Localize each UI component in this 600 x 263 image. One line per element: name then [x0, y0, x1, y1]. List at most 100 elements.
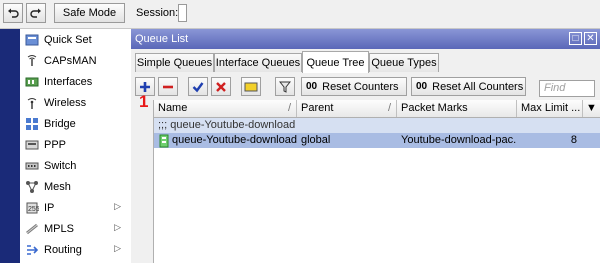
session-label: Session:: [136, 7, 179, 19]
submenu-arrow-icon: ▷: [114, 243, 121, 253]
sidebar-item-quick-set[interactable]: Quick Set: [20, 29, 131, 50]
submenu-arrow-icon: ▷: [114, 222, 121, 232]
disable-button[interactable]: [211, 77, 231, 96]
sidebar-item-label: Mesh: [44, 180, 71, 193]
cross-icon: [216, 81, 226, 92]
tab-label: Queue Tree: [306, 56, 365, 69]
safe-mode-button[interactable]: Safe Mode: [54, 3, 125, 23]
sidebar-item-capsman[interactable]: CAPsMAN: [20, 50, 131, 71]
cell-packet-marks: Youtube-download-pac...: [401, 134, 517, 146]
sidebar-item-label: Interfaces: [44, 75, 93, 88]
wireless-icon: [25, 96, 39, 110]
ppp-icon: [25, 138, 39, 152]
comment-button[interactable]: [241, 77, 261, 96]
left-brand-strip: [0, 29, 20, 263]
tab-simple-queues[interactable]: Simple Queues: [135, 53, 214, 72]
sidebar-item-interfaces[interactable]: Interfaces: [20, 71, 131, 92]
annotation-number: 1: [139, 92, 149, 111]
sidebar-item-routing[interactable]: Routing ▷: [20, 239, 131, 260]
reset-all-counters-label: Reset All Counters: [432, 80, 524, 93]
restore-button[interactable]: □: [569, 32, 582, 45]
column-header-packet-marks[interactable]: Packet Marks: [397, 100, 517, 117]
chevron-down-icon: ▼: [586, 102, 597, 114]
table-row[interactable]: queue-Youtube-download global Youtube-do…: [154, 133, 600, 148]
reset-counters-label: Reset Counters: [322, 80, 399, 93]
close-button[interactable]: ✕: [584, 32, 597, 45]
column-header-max-limit[interactable]: Max Limit ...: [517, 100, 583, 117]
sidebar-item-wireless[interactable]: Wireless: [20, 92, 131, 113]
window-titlebar[interactable]: Queue List □ ✕: [131, 29, 600, 49]
sidebar-item-label: IP: [44, 201, 55, 214]
find-input[interactable]: Find: [539, 80, 595, 97]
routing-icon: [25, 243, 39, 257]
safe-mode-label: Safe Mode: [62, 7, 117, 19]
tab-queue-types[interactable]: Queue Types: [369, 53, 439, 72]
tab-label: Interface Queues: [215, 57, 301, 69]
sidebar-item-label: PPP: [44, 138, 67, 151]
column-chooser-button[interactable]: ▼: [583, 100, 600, 117]
plus-icon: [140, 81, 150, 92]
redo-icon: [30, 8, 41, 18]
ip-icon: 255: [25, 201, 39, 215]
tab-label: Simple Queues: [136, 57, 213, 69]
quick-set-icon: [25, 33, 39, 47]
tab-queue-tree[interactable]: Queue Tree: [302, 51, 369, 73]
filter-icon: [279, 81, 291, 93]
column-header-parent[interactable]: Parent /: [297, 100, 397, 117]
submenu-arrow-icon: ▷: [114, 201, 121, 211]
top-toolbar: Safe Mode Session:: [0, 0, 600, 29]
column-label: Parent: [301, 102, 334, 114]
tab-interface-queues[interactable]: Interface Queues: [214, 53, 302, 72]
enable-button[interactable]: [188, 77, 208, 96]
table-header: Name / Parent / Packet Marks Max Limit .…: [154, 100, 600, 118]
queue-icon: [158, 133, 170, 148]
reset-counters-button[interactable]: 00 Reset Counters: [301, 77, 407, 96]
sidebar-item-label: CAPsMAN: [44, 54, 97, 67]
mesh-icon: [25, 180, 39, 194]
check-icon: [192, 81, 204, 92]
tab-label: Queue Types: [371, 57, 437, 69]
undo-button[interactable]: [3, 3, 23, 23]
window-toolbar: 00 Reset Counters 00 Reset All Counters: [131, 74, 600, 98]
switch-icon: [25, 159, 39, 173]
mpls-icon: [25, 222, 39, 236]
sidebar-item-bridge[interactable]: Bridge: [20, 113, 131, 134]
remove-button[interactable]: [158, 77, 178, 96]
capsman-icon: [25, 54, 39, 68]
sidebar-item-mesh[interactable]: Mesh: [20, 176, 131, 197]
sidebar-item-label: Wireless: [44, 96, 87, 109]
undo-icon: [8, 8, 19, 18]
column-label: Packet Marks: [401, 102, 468, 114]
column-label: Max Limit ...: [521, 102, 581, 114]
sidebar-item-label: Routing: [44, 243, 82, 256]
window-title: Queue List: [135, 33, 189, 45]
queue-tree-table: Name / Parent / Packet Marks Max Limit .…: [153, 100, 600, 263]
sidebar-item-label: Quick Set: [44, 33, 92, 46]
sidebar-menu: Quick Set CAPsMAN Interfaces Wireless Br…: [20, 29, 132, 263]
redo-button[interactable]: [26, 3, 46, 23]
cell-parent: global: [301, 134, 331, 146]
filter-button[interactable]: [275, 77, 295, 96]
minus-icon: [163, 85, 173, 88]
cell-max-limit: 8: [570, 134, 577, 146]
sidebar-item-label: MPLS: [44, 222, 74, 235]
interfaces-icon: [25, 75, 39, 89]
table-row-comment[interactable]: ;;; queue-Youtube-download: [154, 118, 600, 133]
column-label: Name: [158, 102, 188, 114]
counter-icon: 00: [306, 81, 318, 92]
sort-icon: /: [387, 102, 391, 114]
sidebar-item-ip[interactable]: 255 IP ▷: [20, 197, 131, 218]
session-field[interactable]: [178, 4, 187, 22]
sidebar-item-label: Bridge: [44, 117, 76, 130]
column-header-name[interactable]: Name /: [154, 100, 297, 117]
comment-icon: [244, 82, 258, 91]
sidebar-item-mpls[interactable]: MPLS ▷: [20, 218, 131, 239]
sort-icon: /: [287, 102, 291, 114]
sidebar-item-ppp[interactable]: PPP: [20, 134, 131, 155]
counter-icon: 00: [416, 81, 428, 92]
sidebar-item-label: Switch: [44, 159, 77, 172]
bridge-icon: [25, 117, 39, 131]
reset-all-counters-button[interactable]: 00 Reset All Counters: [411, 77, 526, 96]
sidebar-item-switch[interactable]: Switch: [20, 155, 131, 176]
svg-text:255: 255: [28, 206, 39, 213]
